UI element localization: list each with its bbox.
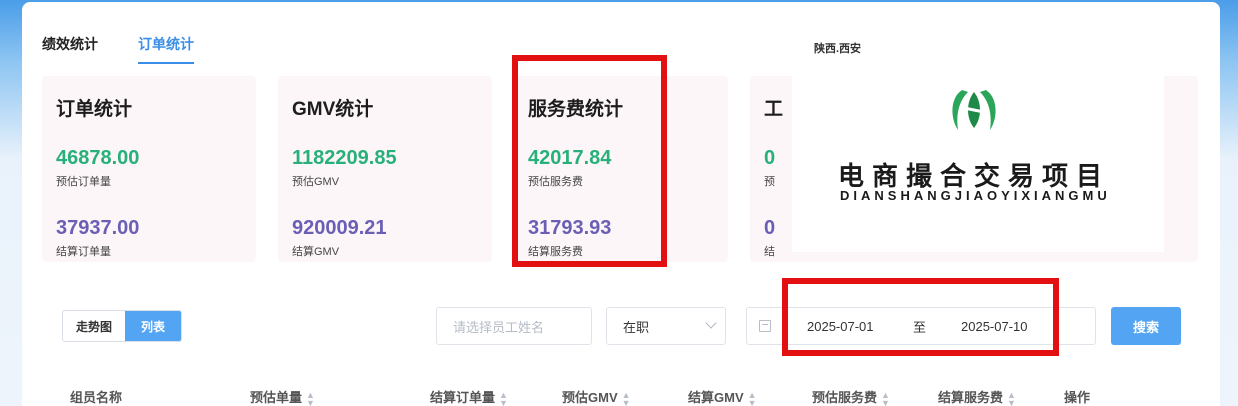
col-settled-fee[interactable]: 结算服务费 ▲ ▼: [938, 387, 1016, 406]
employee-placeholder: 请选择员工姓名: [453, 319, 545, 335]
estimated-value: 1182209.85: [292, 147, 397, 169]
sort-icon[interactable]: ▲ ▼: [306, 390, 315, 406]
card-title: GMV统计: [292, 99, 374, 120]
sort-icon[interactable]: ▲ ▼: [1007, 390, 1016, 406]
leaf-logo-icon: [952, 90, 996, 130]
tab-bar: 绩效统计 订单统计: [42, 34, 194, 64]
settled-label: 结算订单量: [56, 246, 111, 258]
employee-name-select[interactable]: 请选择员工姓名: [436, 307, 592, 345]
logo-overlay: 陕西.西安 电商撮合交易项目 DIANSHANGJIAOYIXIANGMU: [792, 30, 1164, 252]
col-settled-gmv[interactable]: 结算GMV ▲ ▼: [688, 387, 757, 406]
chevron-down-icon: [705, 317, 717, 329]
gmv-stats-card: GMV统计 1182209.85 预估GMV 920009.21 结算GMV: [278, 76, 492, 262]
order-stats-card: 订单统计 46878.00 预估订单量 37937.00 结算订单量: [42, 76, 256, 262]
calendar-icon: [759, 320, 771, 332]
logo-english-text: DIANSHANGJIAOYIXIANGMU: [840, 188, 1111, 203]
sort-icon[interactable]: ▲ ▼: [881, 390, 890, 406]
view-toggle: 走势图 列表: [62, 310, 182, 342]
col-settled-orders[interactable]: 结算订单量 ▲ ▼: [430, 387, 508, 406]
sort-icon[interactable]: ▲ ▼: [748, 390, 757, 406]
list-view-button[interactable]: 列表: [125, 311, 181, 341]
col-member-name: 组员名称: [70, 390, 123, 405]
tab-performance[interactable]: 绩效统计: [42, 34, 98, 64]
col-estimated-orders[interactable]: 预估单量 ▲ ▼: [250, 387, 315, 406]
estimated-value: 46878.00: [56, 147, 140, 169]
search-button[interactable]: 搜索: [1111, 307, 1181, 345]
table-header: 组员名称 预估单量 ▲ ▼ 结算订单量 ▲ ▼ 预估GMV ▲ ▼ 结算GMV ▲ ▼ 预估服务…: [70, 384, 1190, 406]
col-actions: 操作: [1064, 390, 1091, 405]
settled-value: 920009.21: [292, 217, 387, 239]
tab-orders[interactable]: 订单统计: [138, 34, 194, 64]
employment-status-select[interactable]: 在职: [606, 307, 726, 345]
highlight-box-date-range: [782, 278, 1059, 356]
trend-view-button[interactable]: 走势图: [63, 311, 125, 341]
sort-icon[interactable]: ▲ ▼: [499, 390, 508, 406]
status-value: 在职: [623, 319, 650, 335]
location-text: 陕西.西安: [814, 43, 862, 55]
col-estimated-fee[interactable]: 预估服务费 ▲ ▼: [812, 387, 890, 406]
col-estimated-gmv[interactable]: 预估GMV ▲ ▼: [562, 387, 631, 406]
settled-label: 结算GMV: [292, 246, 340, 258]
card-title: 订单统计: [56, 99, 133, 120]
estimated-label: 预估GMV: [292, 176, 340, 188]
sort-icon[interactable]: ▲ ▼: [622, 390, 631, 406]
estimated-label: 预估订单量: [56, 176, 111, 188]
highlight-box-service-fee: [512, 55, 667, 267]
settled-value: 37937.00: [56, 217, 140, 239]
